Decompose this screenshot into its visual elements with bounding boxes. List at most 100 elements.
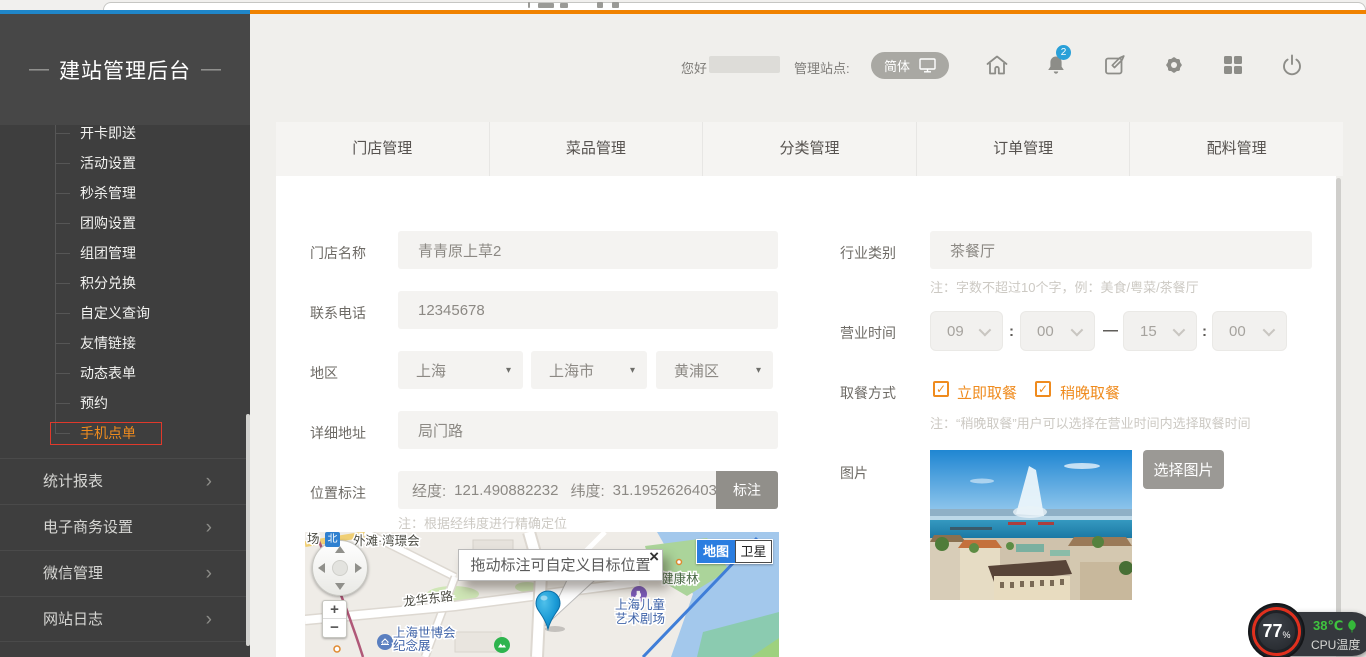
sidebar-group-statistics[interactable]: 统计报表› bbox=[0, 458, 250, 504]
svg-text:艺术剧场: 艺术剧场 bbox=[615, 612, 665, 626]
sidebar-item-activity[interactable]: 活动设置 bbox=[0, 148, 250, 178]
title-dash-right: — bbox=[201, 58, 221, 81]
sidebar-group-site-log[interactable]: 网站日志› bbox=[0, 596, 250, 642]
close-hour-value: 15 bbox=[1140, 323, 1157, 340]
mark-location-button[interactable]: 标注 bbox=[716, 471, 778, 509]
industry-input[interactable] bbox=[930, 231, 1312, 269]
tab-ingredient-manage[interactable]: 配料管理 bbox=[1129, 122, 1343, 176]
tooltip-close-icon[interactable]: × bbox=[649, 541, 659, 573]
sidebar-group-ecommerce[interactable]: 电子商务设置› bbox=[0, 504, 250, 550]
district-select[interactable]: 黄浦区 ▾ bbox=[656, 351, 773, 389]
open-hour-select[interactable]: 09 bbox=[930, 311, 1003, 351]
pickup-method-label: 取餐方式 bbox=[840, 383, 896, 403]
chevron-down-icon bbox=[1173, 323, 1186, 336]
pan-left-icon[interactable] bbox=[318, 563, 325, 573]
pickup-now-checkbox[interactable]: ✓ bbox=[933, 381, 949, 397]
district-value: 黄浦区 bbox=[674, 360, 719, 381]
time-colon: : bbox=[1009, 323, 1014, 340]
tab-dish-manage[interactable]: 菜品管理 bbox=[489, 122, 703, 176]
content-scrollbar[interactable] bbox=[1336, 178, 1341, 655]
sidebar-submenu: 开卡即送 活动设置 秒杀管理 团购设置 组团管理 积分兑换 自定义查询 友情链接… bbox=[0, 118, 250, 448]
pickup-later-label[interactable]: 稍晚取餐 bbox=[1060, 382, 1120, 403]
accent-bar-orange bbox=[250, 10, 1366, 14]
address-text-fragment bbox=[538, 3, 554, 8]
sidebar-group-wechat[interactable]: 微信管理› bbox=[0, 550, 250, 596]
title-dash-left: — bbox=[29, 58, 49, 81]
industry-label: 行业类别 bbox=[840, 243, 896, 263]
store-name-label: 门店名称 bbox=[310, 243, 366, 263]
sidebar-item-flash-sale[interactable]: 秒杀管理 bbox=[0, 178, 250, 208]
svg-text:上海世博会: 上海世博会 bbox=[393, 625, 456, 640]
pickup-now-label[interactable]: 立即取餐 bbox=[957, 382, 1017, 403]
cpu-temperature: 38℃ bbox=[1313, 618, 1358, 634]
choose-image-button[interactable]: 选择图片 bbox=[1143, 450, 1224, 489]
address-label: 详细地址 bbox=[310, 423, 366, 443]
map-tooltip: 拖动标注可自定义目标位置 × bbox=[458, 549, 663, 581]
coordinates-box[interactable]: 经度: 121.490882232 纬度: 31.1952626403 bbox=[398, 471, 716, 509]
address-text-fragment bbox=[597, 2, 603, 8]
dropdown-arrow-icon: ▾ bbox=[506, 365, 511, 376]
compass-center-knob[interactable] bbox=[332, 560, 348, 576]
city-value: 上海市 bbox=[549, 360, 594, 381]
time-colon: : bbox=[1202, 323, 1207, 340]
pan-right-icon[interactable] bbox=[355, 563, 362, 573]
tab-order-manage[interactable]: 订单管理 bbox=[916, 122, 1130, 176]
sidebar-item-card-gift[interactable]: 开卡即送 bbox=[0, 118, 250, 148]
phone-input[interactable] bbox=[398, 291, 778, 329]
settings-gear-icon[interactable] bbox=[1161, 52, 1187, 78]
close-minute-select[interactable]: 00 bbox=[1212, 311, 1287, 351]
zoom-out-button[interactable]: − bbox=[323, 619, 346, 637]
region-label: 地区 bbox=[310, 363, 338, 383]
svg-text:外滩·湾璟会: 外滩·湾璟会 bbox=[353, 533, 420, 548]
pickup-later-checkbox[interactable]: ✓ bbox=[1035, 381, 1051, 397]
map-view-button[interactable]: 地图 bbox=[697, 540, 735, 563]
sidebar-item-links[interactable]: 友情链接 bbox=[0, 328, 250, 358]
apps-grid-icon[interactable] bbox=[1220, 52, 1246, 78]
address-text-fragment bbox=[560, 3, 568, 8]
close-hour-select[interactable]: 15 bbox=[1123, 311, 1197, 351]
chevron-down-icon bbox=[1263, 323, 1276, 336]
dropdown-arrow-icon: ▾ bbox=[756, 365, 761, 376]
chevron-right-icon: › bbox=[206, 551, 212, 597]
store-photo-preview[interactable] bbox=[930, 450, 1132, 600]
pan-up-icon[interactable] bbox=[335, 546, 345, 553]
tooltip-text: 拖动标注可自定义目标位置 bbox=[470, 557, 650, 574]
sidebar-item-dynamic-form[interactable]: 动态表单 bbox=[0, 358, 250, 388]
svg-text:健康林: 健康林 bbox=[661, 571, 699, 586]
zoom-in-button[interactable]: + bbox=[323, 601, 346, 619]
address-input[interactable] bbox=[398, 411, 778, 449]
sidebar-item-group-buy[interactable]: 团购设置 bbox=[0, 208, 250, 238]
power-icon[interactable] bbox=[1279, 52, 1305, 78]
home-icon[interactable] bbox=[984, 52, 1010, 78]
tab-store-manage[interactable]: 门店管理 bbox=[276, 122, 489, 176]
sidebar-item-reservation[interactable]: 预约 bbox=[0, 388, 250, 418]
sidebar-title-block: — 建站管理后台 — bbox=[0, 14, 250, 125]
language-label: 简体 bbox=[884, 56, 910, 75]
compose-icon[interactable] bbox=[1102, 52, 1128, 78]
cpu-temp-value: 38℃ bbox=[1313, 618, 1343, 634]
location-note: 注：根据经纬度进行精确定位 bbox=[398, 513, 567, 532]
store-name-input[interactable] bbox=[398, 231, 778, 269]
pan-down-icon[interactable] bbox=[335, 583, 345, 590]
sidebar-scrollbar[interactable] bbox=[246, 414, 250, 646]
open-minute-select[interactable]: 00 bbox=[1020, 311, 1095, 351]
map-zoom-control[interactable]: + − bbox=[322, 600, 347, 638]
province-select[interactable]: 上海 ▾ bbox=[398, 351, 523, 389]
province-value: 上海 bbox=[416, 360, 446, 381]
sidebar-item-custom-query[interactable]: 自定义查询 bbox=[0, 298, 250, 328]
group-label: 电子商务设置 bbox=[43, 519, 133, 536]
map-pin-marker[interactable] bbox=[533, 589, 563, 631]
monitor-icon bbox=[919, 58, 936, 73]
language-switch-button[interactable]: 简体 bbox=[871, 52, 949, 79]
location-map[interactable]: ♪ 场 外滩·湾璟会 龙华东路 上海世博会 纪念展 健康林 上海儿童 艺术剧场 … bbox=[305, 532, 779, 657]
sidebar-item-points[interactable]: 积分兑换 bbox=[0, 268, 250, 298]
satellite-view-button[interactable]: 卫星 bbox=[735, 540, 772, 563]
cpu-usage-gauge[interactable]: 77 % bbox=[1248, 603, 1305, 657]
sidebar-groups: 统计报表› 电子商务设置› 微信管理› 网站日志› bbox=[0, 458, 250, 642]
tab-category-manage[interactable]: 分类管理 bbox=[702, 122, 916, 176]
group-label: 统计报表 bbox=[43, 473, 103, 490]
industry-note: 注：字数不超过10个字，例：美食/粤菜/茶餐厅 bbox=[930, 277, 1199, 296]
sidebar-item-group-manage[interactable]: 组团管理 bbox=[0, 238, 250, 268]
map-pan-compass[interactable] bbox=[312, 540, 368, 596]
city-select[interactable]: 上海市▾ bbox=[531, 351, 647, 389]
